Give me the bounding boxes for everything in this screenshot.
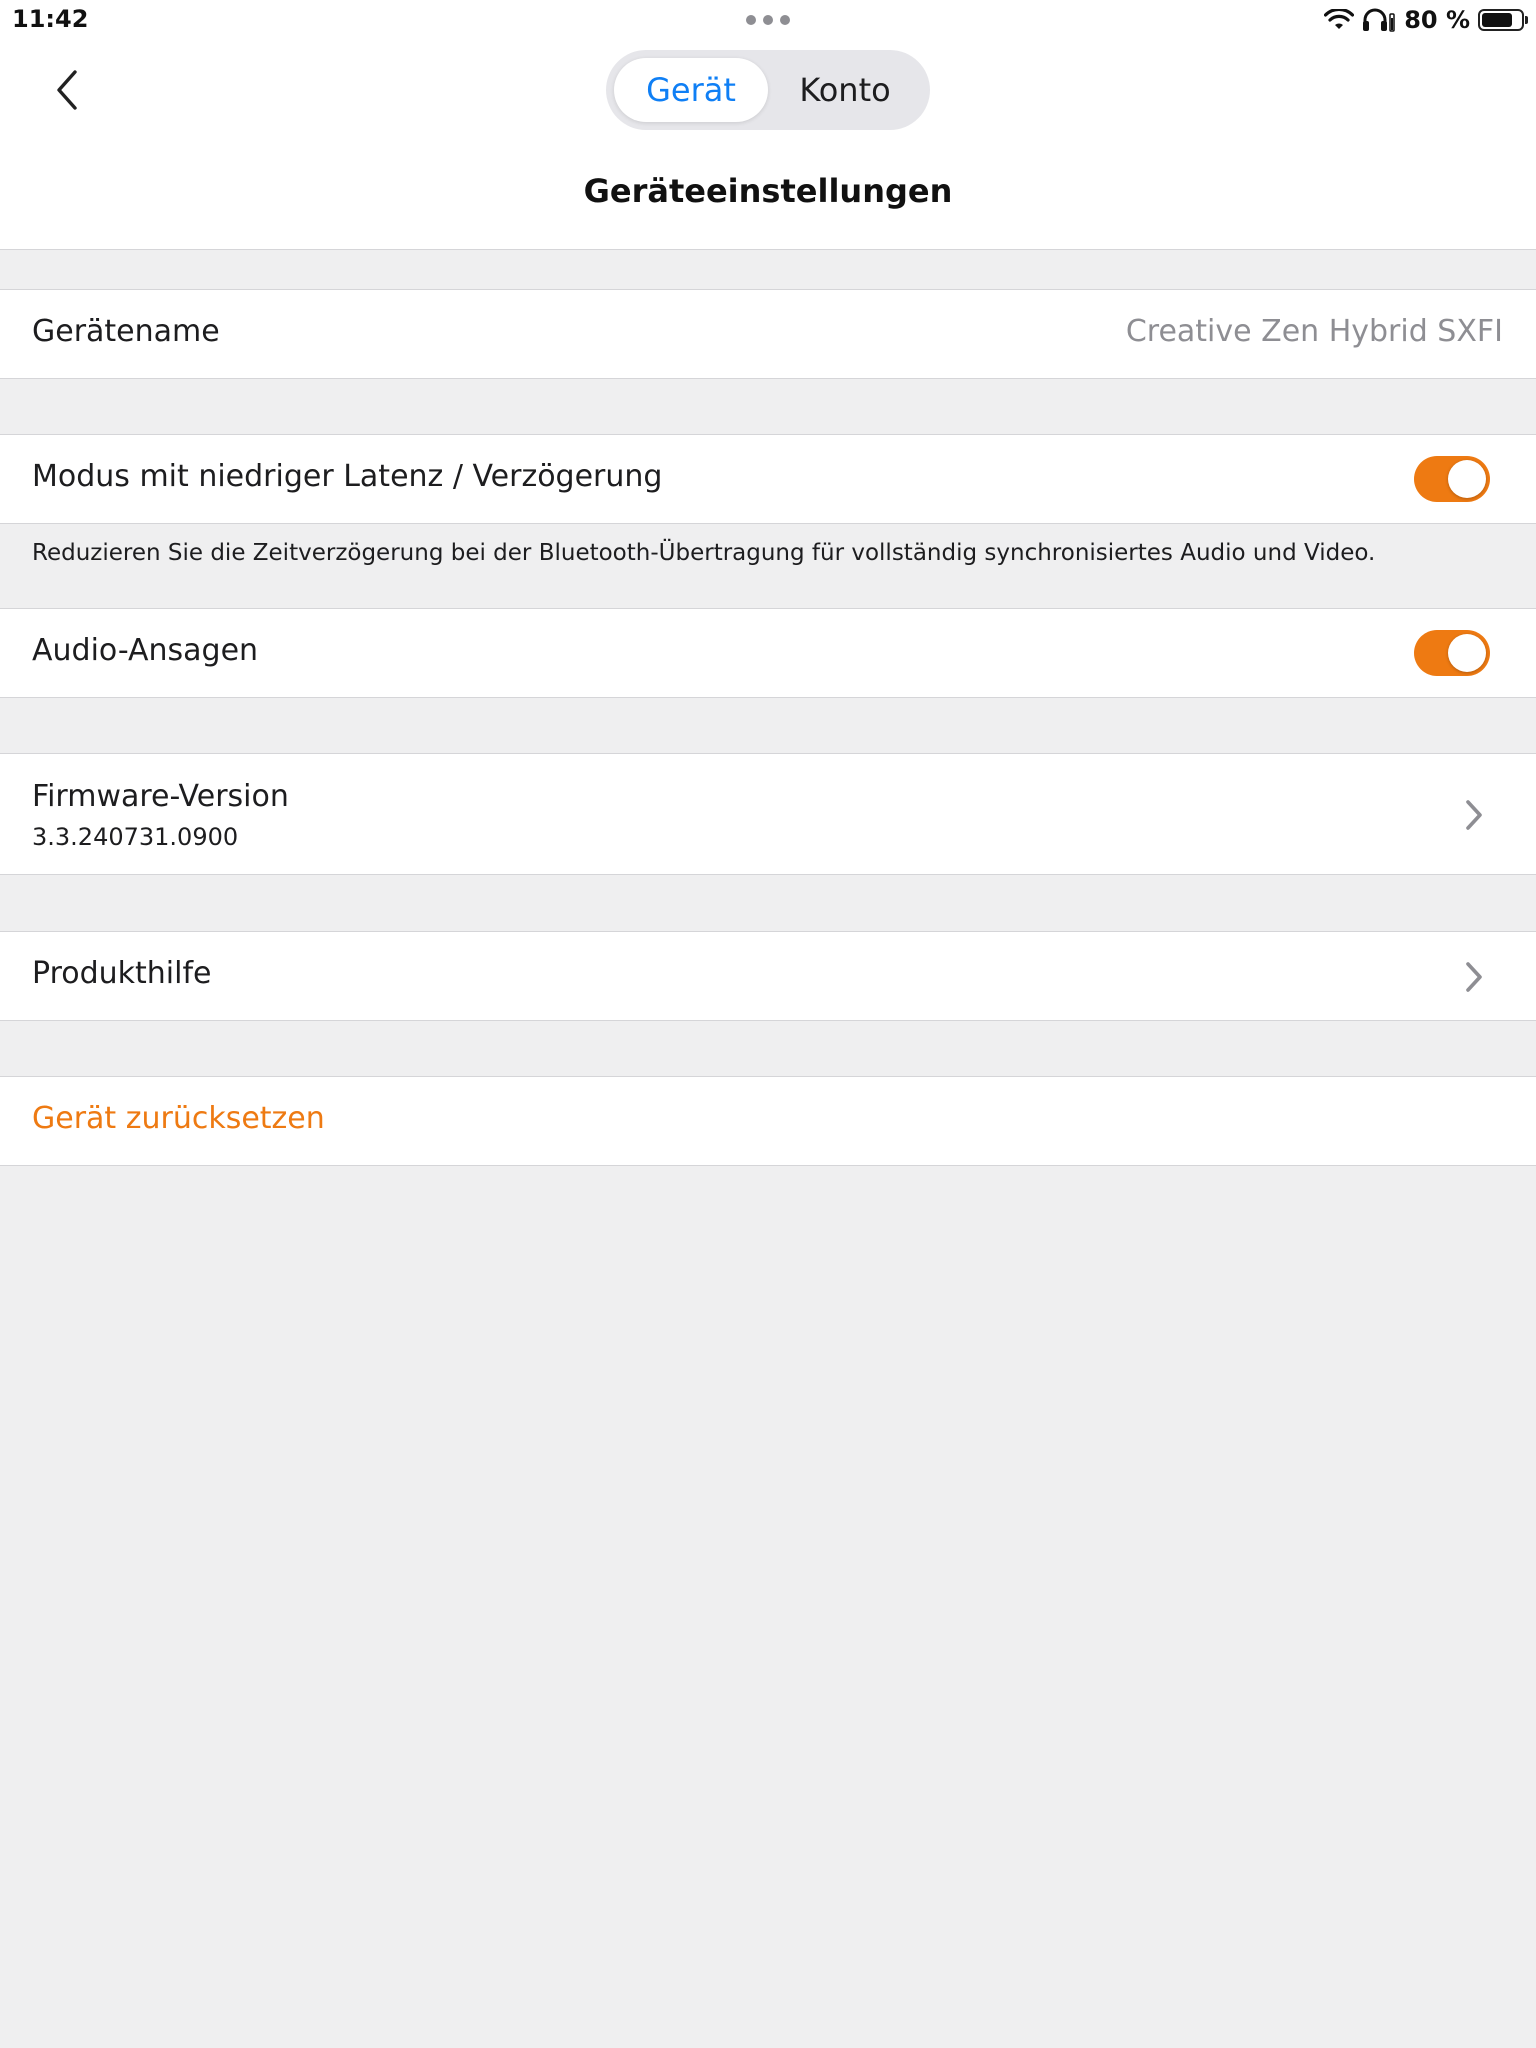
chevron-left-icon — [57, 70, 77, 110]
wifi-icon — [1324, 9, 1355, 29]
toggle-knob — [1448, 460, 1486, 498]
page-title: Geräteeinstellungen — [583, 172, 953, 210]
headphones-icon — [1363, 8, 1395, 32]
firmware-version-value: 3.3.240731.0900 — [32, 823, 239, 851]
toggle-knob — [1448, 634, 1486, 672]
audio-prompts-label: Audio-Ansagen — [32, 633, 259, 668]
low-latency-description: Reduzieren Sie die Zeitverzögerung bei d… — [32, 540, 1376, 566]
chevron-right-icon — [1466, 800, 1482, 830]
tab-account[interactable]: Konto — [768, 58, 922, 122]
battery-fill — [1482, 13, 1513, 27]
audio-prompts-toggle[interactable] — [1414, 630, 1490, 676]
product-help-row[interactable]: Produkthilfe — [0, 931, 1536, 1021]
tab-device[interactable]: Gerät — [614, 58, 768, 122]
product-help-label: Produkthilfe — [32, 956, 212, 991]
low-latency-toggle[interactable] — [1414, 456, 1490, 502]
low-latency-label: Modus mit niedriger Latenz / Verzögerung — [32, 459, 663, 494]
audio-prompts-row: Audio-Ansagen — [0, 608, 1536, 698]
firmware-label: Firmware-Version — [32, 779, 289, 814]
device-name-label: Gerätename — [32, 314, 220, 349]
tab-switcher: Gerät Konto — [606, 50, 930, 130]
battery-percentage: 80 % — [1404, 6, 1470, 34]
status-icons: 80 % — [1324, 4, 1528, 36]
device-name-row[interactable]: Gerätename Creative Zen Hybrid SXFI — [0, 289, 1536, 379]
navigation-header: 11:42 80 % Gerät Konto Geräteeinstellung… — [0, 0, 1536, 250]
reset-device-row[interactable]: Gerät zurücksetzen — [0, 1076, 1536, 1166]
battery-icon — [1478, 9, 1528, 31]
firmware-row[interactable]: Firmware-Version 3.3.240731.0900 — [0, 753, 1536, 875]
multitasking-dots-icon[interactable] — [746, 15, 790, 25]
low-latency-row: Modus mit niedriger Latenz / Verzögerung — [0, 434, 1536, 524]
reset-device-label: Gerät zurücksetzen — [32, 1101, 325, 1136]
device-name-value: Creative Zen Hybrid SXFI — [1125, 314, 1503, 349]
chevron-right-icon — [1466, 962, 1482, 992]
status-time: 11:42 — [12, 5, 89, 33]
back-button[interactable] — [42, 60, 92, 120]
